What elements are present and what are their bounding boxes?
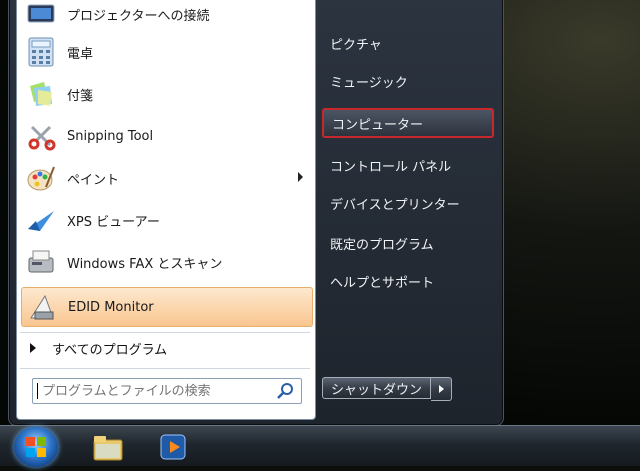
explorer-folder-icon[interactable]: [92, 432, 124, 462]
program-item-calculator[interactable]: 電卓: [21, 33, 311, 71]
sticky-notes-icon: [25, 78, 57, 110]
link-computer[interactable]: コンピューター: [322, 108, 494, 138]
program-label: Windows FAX とスキャン: [67, 256, 223, 272]
link-label: ミュージック: [330, 75, 408, 91]
link-devices-printers[interactable]: デバイスとプリンター: [322, 188, 494, 218]
expand-arrow-icon: [30, 343, 36, 353]
xps-viewer-icon: [25, 204, 57, 236]
program-label: 付箋: [67, 88, 94, 104]
all-programs-button[interactable]: すべてのプログラム: [30, 336, 300, 360]
program-item-projector[interactable]: プロジェクターへの接続: [21, 0, 311, 33]
fax-scanner-icon: [25, 246, 57, 278]
separator: [20, 368, 310, 369]
edid-monitor-icon: [26, 291, 58, 323]
shutdown-group: シャットダウン: [322, 377, 453, 401]
link-control-panel[interactable]: コントロール パネル: [322, 150, 494, 180]
program-item-sticky-notes[interactable]: 付箋: [21, 75, 311, 113]
program-item-xps-viewer[interactable]: XPS ビューアー: [21, 201, 311, 239]
program-item-edid-monitor[interactable]: EDID Monitor: [21, 287, 313, 327]
link-label: コントロール パネル: [330, 159, 452, 175]
link-pictures[interactable]: ピクチャ: [322, 28, 494, 58]
program-item-paint[interactable]: ペイント: [21, 159, 311, 197]
program-label: EDID Monitor: [68, 299, 154, 315]
paint-palette-icon: [25, 162, 57, 194]
search-box[interactable]: [32, 378, 302, 404]
link-label: コンピューター: [332, 117, 424, 133]
link-help-support[interactable]: ヘルプとサポート: [322, 266, 494, 296]
search-icon[interactable]: [275, 381, 295, 401]
program-label: 電卓: [67, 46, 94, 62]
link-label: ヘルプとサポート: [330, 275, 435, 291]
link-default-programs[interactable]: 既定のプログラム: [322, 228, 494, 258]
calculator-icon: [25, 36, 57, 68]
link-label: 既定のプログラム: [330, 237, 434, 253]
chevron-right-icon: [438, 385, 444, 393]
program-item-snipping-tool[interactable]: Snipping Tool: [21, 117, 311, 155]
shutdown-options-button[interactable]: [431, 377, 453, 401]
program-label: Snipping Tool: [67, 128, 154, 144]
program-label: プロジェクターへの接続: [67, 8, 210, 24]
program-label: ペイント: [67, 172, 120, 188]
link-label: ピクチャ: [330, 37, 382, 53]
separator: [20, 332, 310, 333]
all-programs-label: すべてのプログラム: [52, 342, 168, 358]
media-player-icon[interactable]: [158, 432, 190, 462]
start-orb[interactable]: [14, 427, 58, 467]
program-label: XPS ビューアー: [67, 214, 160, 230]
projector-icon: [25, 0, 57, 30]
scissors-icon: [25, 120, 57, 152]
program-item-windows-fax[interactable]: Windows FAX とスキャン: [21, 243, 311, 281]
search-input[interactable]: [38, 382, 275, 400]
submenu-arrow-icon[interactable]: [298, 172, 303, 182]
shutdown-button[interactable]: シャットダウン: [322, 377, 432, 399]
link-label: デバイスとプリンター: [330, 197, 460, 213]
link-music[interactable]: ミュージック: [322, 66, 494, 96]
